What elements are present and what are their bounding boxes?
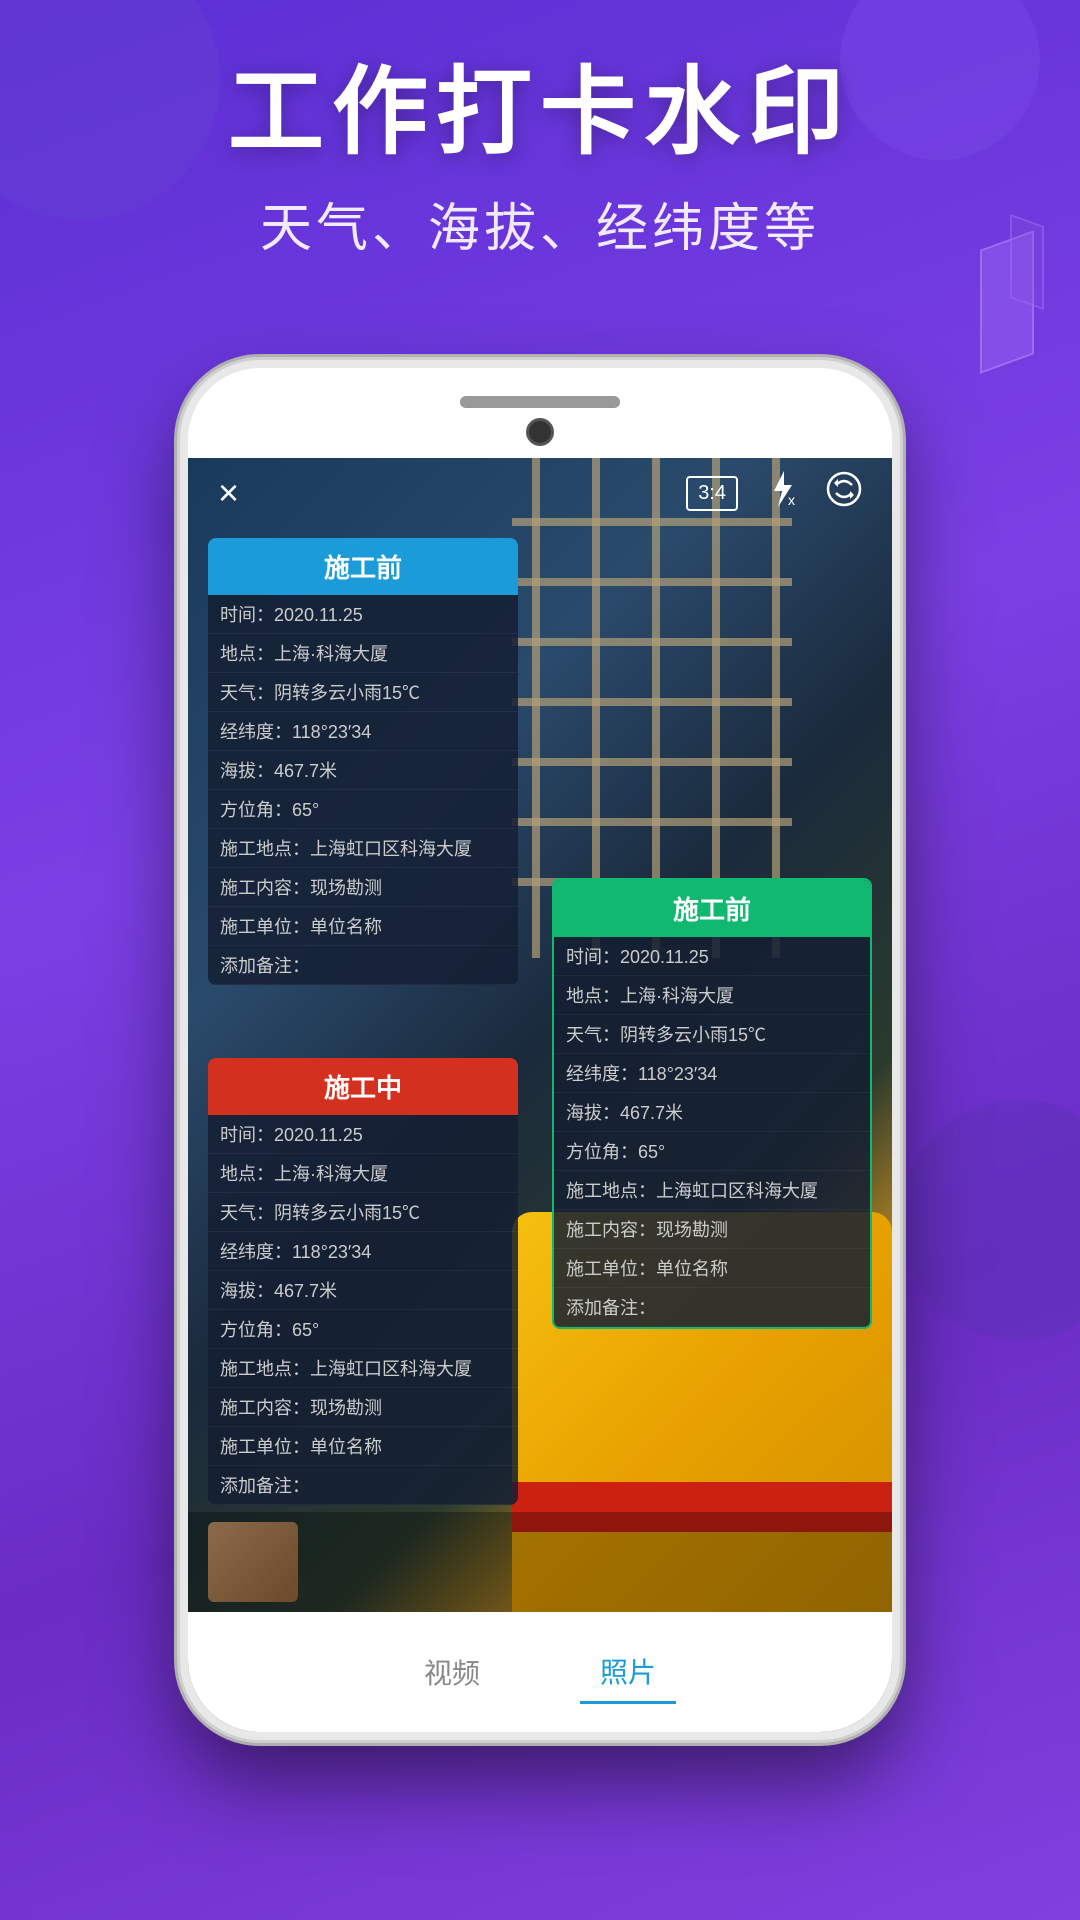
card-row-label: 地点：上海·科海大厦	[220, 640, 388, 666]
card-row-label: 方位角：65°	[566, 1138, 665, 1164]
card-row-label: 海拔：467.7米	[220, 757, 337, 783]
phone-container: × 3:4 x	[180, 360, 900, 1800]
card-row-label: 海拔：467.7米	[566, 1099, 683, 1125]
card-row-label: 施工内容：现场勘测	[220, 874, 382, 900]
camera-screen: × 3:4 x	[188, 458, 892, 1732]
card-row: 海拔：467.7米	[554, 1093, 870, 1132]
card-row: 方位角：65°	[208, 1310, 518, 1349]
camera-topbar: × 3:4 x	[188, 458, 892, 528]
thumb-1	[208, 1522, 298, 1602]
phone-speaker	[460, 396, 620, 408]
card-row: 施工内容：现场勘测	[208, 1388, 518, 1427]
card-row-label: 时间：2020.11.25	[220, 601, 363, 627]
main-title: 工作打卡水印	[0, 60, 1080, 166]
phone-frame: × 3:4 x	[180, 360, 900, 1740]
card-row-label: 施工内容：现场勘测	[566, 1216, 728, 1242]
card-row-label: 经纬度：118°23′34	[220, 1238, 371, 1264]
card-row-label: 天气：阴转多云小雨15℃	[566, 1021, 766, 1047]
card-row: 施工内容：现场勘测	[554, 1210, 870, 1249]
card-red-header: 施工中	[208, 1058, 518, 1115]
card-row: 施工单位：单位名称	[208, 907, 518, 946]
bottom-thumbs	[188, 1512, 892, 1612]
card-row: 经纬度：118°23′34	[208, 1232, 518, 1271]
watermark-card-red: 施工中 时间：2020.11.25 地点：上海·科海大厦天气：阴转多云小雨15℃ 经…	[208, 1058, 518, 1505]
card-row: 施工地点：上海虹口区科海大厦	[208, 829, 518, 868]
card-row-label: 添加备注：	[220, 952, 310, 978]
card-row-label: 地点：上海·科海大厦	[566, 982, 734, 1008]
card-row: 添加备注：	[208, 1466, 518, 1505]
card-row-label: 经纬度：118°23′34	[220, 718, 371, 744]
scaffold-h5	[512, 758, 792, 766]
card-row-label: 时间：2020.11.25	[566, 943, 709, 969]
card-row: 方位角：65°	[554, 1132, 870, 1171]
scaffold-h2	[512, 578, 792, 586]
scaffold-h3	[512, 638, 792, 646]
card-row: 天气：阴转多云小雨15℃	[208, 673, 518, 712]
camera-bottom-tabs: 视频 照片	[188, 1612, 892, 1732]
sub-title: 天气、海拔、经纬度等	[0, 186, 1080, 261]
tab-photo[interactable]: 照片	[580, 1641, 676, 1704]
card-row-label: 时间：2020.11.25	[220, 1121, 363, 1147]
card-row-label: 施工内容：现场勘测	[220, 1394, 382, 1420]
card-row: 添加备注：	[554, 1288, 870, 1327]
header-area: 工作打卡水印 天气、海拔、经纬度等	[0, 60, 1080, 261]
card-row-label: 方位角：65°	[220, 796, 319, 822]
card-blue-rows: 时间：2020.11.25 地点：上海·科海大厦天气：阴转多云小雨15℃ 经纬度：1…	[208, 595, 518, 985]
camera-switch-icon[interactable]	[826, 471, 862, 516]
card-red-rows: 时间：2020.11.25 地点：上海·科海大厦天气：阴转多云小雨15℃ 经纬度：1…	[208, 1115, 518, 1505]
card-row: 施工地点：上海虹口区科海大厦	[208, 1349, 518, 1388]
ratio-badge[interactable]: 3:4	[686, 476, 738, 511]
card-row: 添加备注：	[208, 946, 518, 985]
topbar-right: 3:4 x	[686, 471, 862, 516]
card-row: 天气：阴转多云小雨15℃	[554, 1015, 870, 1054]
card-row-label: 添加备注：	[566, 1294, 656, 1320]
card-row: 经纬度：118°23′34	[208, 712, 518, 751]
watermark-card-green: 施工前 时间：2020.11.25 地点：上海·科海大厦天气：阴转多云小雨15℃ 经…	[552, 878, 872, 1329]
card-row-label: 施工单位：单位名称	[220, 1433, 382, 1459]
card-row-label: 施工地点：上海虹口区科海大厦	[220, 1355, 472, 1381]
card-row-label: 天气：阴转多云小雨15℃	[220, 1199, 420, 1225]
tab-video[interactable]: 视频	[404, 1642, 500, 1702]
card-row-label: 施工地点：上海虹口区科海大厦	[566, 1177, 818, 1203]
card-row: 地点：上海·科海大厦	[208, 1154, 518, 1193]
card-row: 方位角：65°	[208, 790, 518, 829]
card-green-rows: 时间：2020.11.25 地点：上海·科海大厦天气：阴转多云小雨15℃ 经纬度：1…	[554, 937, 870, 1327]
card-row: 时间：2020.11.25	[208, 595, 518, 634]
card-row: 时间：2020.11.25	[208, 1115, 518, 1154]
card-row: 地点：上海·科海大厦	[554, 976, 870, 1015]
card-row-label: 施工单位：单位名称	[220, 913, 382, 939]
card-row-label: 地点：上海·科海大厦	[220, 1160, 388, 1186]
card-blue-header: 施工前	[208, 538, 518, 595]
card-row-label: 方位角：65°	[220, 1316, 319, 1342]
card-row: 施工单位：单位名称	[208, 1427, 518, 1466]
card-row: 施工单位：单位名称	[554, 1249, 870, 1288]
phone-inner: × 3:4 x	[188, 368, 892, 1732]
card-row: 时间：2020.11.25	[554, 937, 870, 976]
card-row: 施工内容：现场勘测	[208, 868, 518, 907]
card-row: 海拔：467.7米	[208, 1271, 518, 1310]
scaffold-h6	[512, 818, 792, 826]
card-row-label: 添加备注：	[220, 1472, 310, 1498]
card-row: 天气：阴转多云小雨15℃	[208, 1193, 518, 1232]
deco-circle-right	[900, 1100, 1080, 1340]
phone-camera	[526, 418, 554, 446]
watermark-card-blue: 施工前 时间：2020.11.25 地点：上海·科海大厦天气：阴转多云小雨15℃ 经…	[208, 538, 518, 985]
close-button[interactable]: ×	[218, 472, 239, 514]
card-row-label: 施工单位：单位名称	[566, 1255, 728, 1281]
card-row: 施工地点：上海虹口区科海大厦	[554, 1171, 870, 1210]
scaffold-h4	[512, 698, 792, 706]
card-row: 海拔：467.7米	[208, 751, 518, 790]
flash-icon[interactable]: x	[768, 471, 796, 516]
card-row-label: 施工地点：上海虹口区科海大厦	[220, 835, 472, 861]
card-row: 地点：上海·科海大厦	[208, 634, 518, 673]
card-row-label: 天气：阴转多云小雨15℃	[220, 679, 420, 705]
card-row: 经纬度：118°23′34	[554, 1054, 870, 1093]
card-row-label: 海拔：467.7米	[220, 1277, 337, 1303]
svg-text:x: x	[788, 492, 795, 507]
card-row-label: 经纬度：118°23′34	[566, 1060, 717, 1086]
card-green-header: 施工前	[554, 880, 870, 937]
